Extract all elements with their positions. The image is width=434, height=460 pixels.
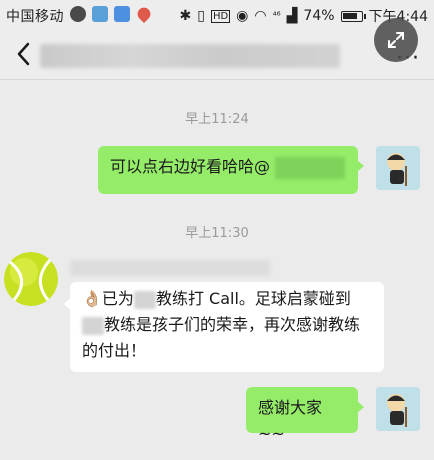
mention-blurred xyxy=(275,156,346,179)
message-text: 可以点右边好看哈哈@ xyxy=(110,157,271,176)
status-bar: 中国移动 ✱ ▯ HD ◉ ◠ ⁴⁶ ▟ 74% 下午4:44 xyxy=(0,0,434,30)
expand-button[interactable] xyxy=(374,18,418,62)
outgoing-message[interactable]: 感谢大家 ~~ xyxy=(246,387,364,443)
wechat-icon xyxy=(70,6,86,22)
message-line: 的付出！ xyxy=(82,341,147,360)
carrier-label: 中国移动 xyxy=(6,9,64,25)
ok-hand-emoji: 👌🏼 xyxy=(82,289,102,308)
chat-title-blurred xyxy=(40,44,340,68)
bluetooth-icon: ✱ xyxy=(179,8,192,24)
battery-icon xyxy=(340,10,366,22)
chat-header: ··· xyxy=(0,30,434,80)
signal-icon: ▟ xyxy=(286,8,298,24)
wifi-icon: ◠ xyxy=(254,8,267,24)
name-blurred xyxy=(82,316,104,335)
hd-icon: HD xyxy=(210,9,231,23)
incoming-message[interactable]: 👌🏼已为 教练打 Call。足球启蒙碰到 教练是孩子们的荣幸，再次感谢教练 的付出… xyxy=(64,282,384,372)
expand-arrows-icon xyxy=(388,32,404,48)
message-line: 👌🏼已为 教练打 Call。足球启蒙碰到 xyxy=(82,289,351,309)
avatar[interactable] xyxy=(376,387,420,431)
location-pin-icon xyxy=(134,4,154,24)
cartoon-avatar-icon xyxy=(376,387,420,431)
vibrate-icon: ▯ xyxy=(197,8,205,24)
timestamp: 早上11:30 xyxy=(185,226,249,241)
network-label: ⁴⁶ xyxy=(272,10,281,22)
cartoon-avatar-icon xyxy=(376,146,420,190)
avatar[interactable] xyxy=(4,252,58,306)
paper-plane-icon xyxy=(92,6,108,22)
message-line: 教练是孩子们的荣幸，再次感谢教练 xyxy=(82,312,372,338)
timestamp: 早上11:24 xyxy=(185,112,249,127)
sender-name-blurred xyxy=(70,260,270,276)
chevron-left-icon xyxy=(17,42,30,66)
name-blurred xyxy=(133,290,156,309)
battery-percent: 74% xyxy=(303,8,335,24)
tennis-ball-icon xyxy=(4,252,58,306)
avatar[interactable] xyxy=(376,146,420,190)
image-icon xyxy=(114,6,130,22)
message-text: 感谢大家 ~~ xyxy=(258,398,323,443)
outgoing-message[interactable]: 可以点右边好看哈哈@ xyxy=(98,146,364,194)
eye-icon: ◉ xyxy=(236,8,249,24)
back-button[interactable] xyxy=(8,36,38,72)
notification-icons xyxy=(70,4,154,24)
